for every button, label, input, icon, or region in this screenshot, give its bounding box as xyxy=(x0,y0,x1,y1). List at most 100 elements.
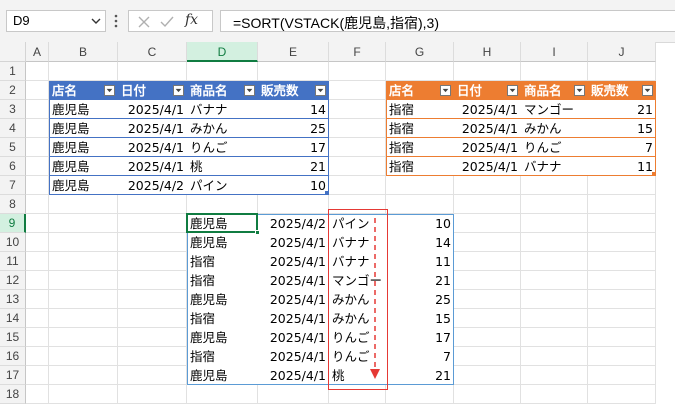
formula-input[interactable]: =SORT(VSTACK(鹿児島,指宿),3) xyxy=(220,10,675,32)
row-header-16[interactable]: 16 xyxy=(0,347,26,366)
table2-cell[interactable]: 7 xyxy=(588,138,656,157)
filter-dropdown-icon[interactable] xyxy=(507,85,518,96)
table1-cell[interactable]: 鹿児島 xyxy=(49,138,118,157)
table2-cell[interactable]: 指宿 xyxy=(386,119,454,138)
filter-dropdown-icon[interactable] xyxy=(642,85,653,96)
table1-cell[interactable]: 鹿児島 xyxy=(49,176,118,195)
result-cell[interactable]: 指宿 xyxy=(187,347,258,366)
confirm-check-icon[interactable] xyxy=(160,15,174,29)
row-header-17[interactable]: 17 xyxy=(0,366,26,385)
row-header-2[interactable]: 2 xyxy=(0,81,26,100)
table1-cell[interactable]: 14 xyxy=(258,100,329,119)
chevron-down-icon[interactable] xyxy=(90,15,102,27)
result-cell[interactable]: 2025/4/1 xyxy=(258,252,329,271)
result-cell[interactable]: 21 xyxy=(386,366,454,385)
result-cell[interactable]: 鹿児島 xyxy=(187,290,258,309)
table1-cell[interactable]: 2025/4/1 xyxy=(118,157,187,176)
column-header-C[interactable]: C xyxy=(118,42,187,62)
more-options-icon[interactable] xyxy=(113,13,119,29)
table2-cell[interactable]: マンゴー xyxy=(521,100,588,119)
column-header-D[interactable]: D xyxy=(187,42,258,62)
table2-cell[interactable]: 11 xyxy=(588,157,656,176)
row-header-5[interactable]: 5 xyxy=(0,138,26,157)
filter-dropdown-icon[interactable] xyxy=(574,85,585,96)
result-cell[interactable]: 2025/4/1 xyxy=(258,290,329,309)
table1-cell[interactable]: 21 xyxy=(258,157,329,176)
result-cell[interactable]: 鹿児島 xyxy=(187,214,258,233)
row-header-8[interactable]: 8 xyxy=(0,195,26,214)
result-cell[interactable]: 鹿児島 xyxy=(187,328,258,347)
table1-cell[interactable]: パイン xyxy=(187,176,258,195)
row-header-7[interactable]: 7 xyxy=(0,176,26,195)
result-cell[interactable]: 10 xyxy=(386,214,454,233)
table2-cell[interactable]: みかん xyxy=(521,119,588,138)
row-header-15[interactable]: 15 xyxy=(0,328,26,347)
table1-cell[interactable]: 10 xyxy=(258,176,329,195)
table1-cell[interactable]: 17 xyxy=(258,138,329,157)
table1-cell[interactable]: 25 xyxy=(258,119,329,138)
table1-cell[interactable]: みかん xyxy=(187,119,258,138)
result-cell[interactable]: 2025/4/1 xyxy=(258,271,329,290)
result-cell[interactable]: 2025/4/1 xyxy=(258,347,329,366)
table1-cell[interactable]: りんご xyxy=(187,138,258,157)
filter-dropdown-icon[interactable] xyxy=(440,85,451,96)
column-header-F[interactable]: F xyxy=(329,42,386,62)
row-header-14[interactable]: 14 xyxy=(0,309,26,328)
row-header-6[interactable]: 6 xyxy=(0,157,26,176)
table2-cell[interactable]: 2025/4/1 xyxy=(454,119,521,138)
column-header-G[interactable]: G xyxy=(386,42,454,62)
result-cell[interactable]: 2025/4/1 xyxy=(258,233,329,252)
result-cell[interactable]: 指宿 xyxy=(187,271,258,290)
filter-dropdown-icon[interactable] xyxy=(173,85,184,96)
filter-dropdown-icon[interactable] xyxy=(104,85,115,96)
result-cell[interactable]: 指宿 xyxy=(187,252,258,271)
filter-dropdown-icon[interactable] xyxy=(244,85,255,96)
column-header-B[interactable]: B xyxy=(49,42,118,62)
cancel-icon[interactable] xyxy=(137,15,151,29)
table1-cell[interactable]: 2025/4/1 xyxy=(118,138,187,157)
row-header-4[interactable]: 4 xyxy=(0,119,26,138)
row-header-9[interactable]: 9 xyxy=(0,214,26,233)
column-header-A[interactable]: A xyxy=(26,42,49,62)
result-cell[interactable]: 鹿児島 xyxy=(187,233,258,252)
row-header-12[interactable]: 12 xyxy=(0,271,26,290)
result-cell[interactable]: 21 xyxy=(386,271,454,290)
table2-cell[interactable]: 2025/4/1 xyxy=(454,157,521,176)
table2-cell[interactable]: バナナ xyxy=(521,157,588,176)
name-box[interactable]: D9 xyxy=(6,10,106,32)
result-cell[interactable]: 15 xyxy=(386,309,454,328)
table1-cell[interactable]: 鹿児島 xyxy=(49,157,118,176)
table1-cell[interactable]: 2025/4/1 xyxy=(118,119,187,138)
column-header-J[interactable]: J xyxy=(588,42,656,62)
table2-cell[interactable]: 指宿 xyxy=(386,100,454,119)
row-header-1[interactable]: 1 xyxy=(0,62,26,81)
filter-dropdown-icon[interactable] xyxy=(315,85,326,96)
table1-cell[interactable]: 2025/4/1 xyxy=(118,100,187,119)
result-cell[interactable]: 2025/4/1 xyxy=(258,328,329,347)
table2-cell[interactable]: 2025/4/1 xyxy=(454,138,521,157)
table1-cell[interactable]: 鹿児島 xyxy=(49,100,118,119)
row-header-10[interactable]: 10 xyxy=(0,233,26,252)
result-cell[interactable]: 25 xyxy=(386,290,454,309)
result-cell[interactable]: 2025/4/1 xyxy=(258,366,329,385)
result-cell[interactable]: 7 xyxy=(386,347,454,366)
insert-function-button[interactable]: fx xyxy=(185,12,198,28)
result-cell[interactable]: 17 xyxy=(386,328,454,347)
table2-cell[interactable]: 指宿 xyxy=(386,138,454,157)
result-cell[interactable]: 2025/4/2 xyxy=(258,214,329,233)
column-header-I[interactable]: I xyxy=(521,42,588,62)
table1-cell[interactable]: バナナ xyxy=(187,100,258,119)
table2-cell[interactable]: りんご xyxy=(521,138,588,157)
result-cell[interactable]: 2025/4/1 xyxy=(258,309,329,328)
row-header-13[interactable]: 13 xyxy=(0,290,26,309)
table2-cell[interactable]: 指宿 xyxy=(386,157,454,176)
result-cell[interactable]: 14 xyxy=(386,233,454,252)
table1-cell[interactable]: 2025/4/2 xyxy=(118,176,187,195)
result-cell[interactable]: 鹿児島 xyxy=(187,366,258,385)
table2-cell[interactable]: 15 xyxy=(588,119,656,138)
row-header-18[interactable]: 18 xyxy=(0,385,26,404)
column-header-H[interactable]: H xyxy=(454,42,521,62)
table1-cell[interactable]: 鹿児島 xyxy=(49,119,118,138)
column-header-E[interactable]: E xyxy=(258,42,329,62)
select-all-corner[interactable] xyxy=(0,42,26,62)
